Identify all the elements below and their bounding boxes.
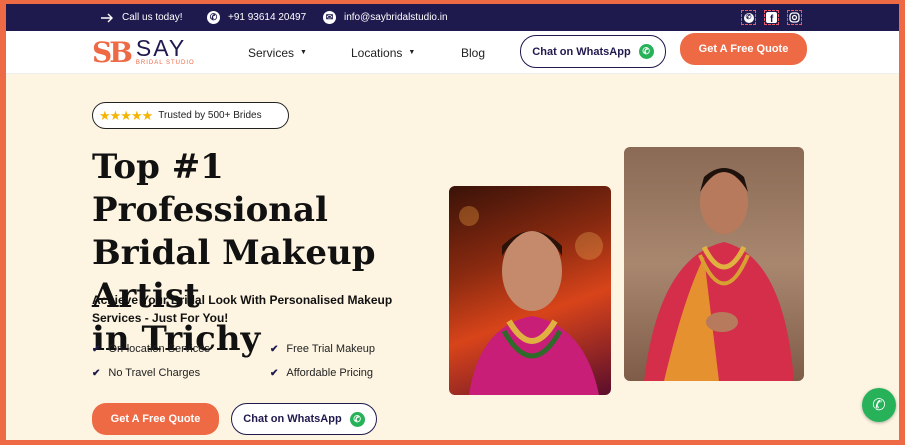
hero-subheading: Achieve Your Bridal Look With Personalis… — [92, 293, 393, 325]
feature-label: On-location Services — [108, 343, 210, 355]
phone-number: +91 93614 20497 — [228, 12, 307, 23]
feature-label: Affordable Pricing — [286, 367, 374, 379]
nav-blog-label: Blog — [461, 45, 486, 60]
nav-whatsapp-label: Chat on WhatsApp — [532, 45, 631, 58]
headline-line-1: Top #1 Professional — [92, 147, 328, 230]
check-icon: ✔ — [92, 367, 101, 379]
hero-quote-button[interactable]: Get A Free Quote — [92, 403, 219, 435]
email-link[interactable]: ✉ info@saybridalstudio.in — [323, 4, 448, 31]
nav-locations[interactable]: Locations ▼ — [351, 31, 415, 74]
facebook-icon[interactable]: f — [764, 10, 779, 25]
mail-icon: ✉ — [323, 11, 336, 24]
call-us-link[interactable]: Call us today! — [100, 4, 183, 31]
chevron-down-icon: ▼ — [408, 49, 416, 56]
page-frame: Call us today! ✆ +91 93614 20497 ✉ info@… — [6, 4, 899, 440]
nav-whatsapp-button[interactable]: Chat on WhatsApp ✆ — [520, 35, 666, 68]
feature-item: ✔ Affordable Pricing — [270, 367, 373, 379]
nav-services-label: Services — [248, 45, 295, 60]
hero-whatsapp-button[interactable]: Chat on WhatsApp ✆ — [231, 403, 377, 435]
nav-services[interactable]: Services ▼ — [248, 31, 307, 74]
floating-whatsapp-button[interactable]: ✆ — [862, 388, 896, 422]
phone-icon: ✆ — [207, 11, 220, 24]
instagram-icon[interactable] — [787, 10, 802, 25]
nav-blog[interactable]: Blog — [461, 31, 485, 74]
email-address: info@saybridalstudio.in — [344, 12, 448, 23]
trust-text: Trusted by 500+ Brides — [158, 110, 262, 121]
main-nav: SB SAY BRIDAL STUDIO Services ▼ Location… — [6, 31, 899, 74]
whatsapp-icon: ✆ — [872, 397, 886, 414]
phone-link[interactable]: ✆ +91 93614 20497 — [207, 4, 306, 31]
chevron-down-icon: ▼ — [300, 49, 307, 56]
call-us-label: Call us today! — [122, 12, 183, 23]
nav-quote-button[interactable]: Get A Free Quote — [680, 33, 807, 65]
feature-item: ✔ Free Trial Makeup — [270, 343, 375, 355]
trust-badge: ★★★★★ Trusted by 500+ Brides — [92, 102, 289, 129]
feature-item: ✔ No Travel Charges — [92, 367, 200, 379]
hero-quote-label: Get A Free Quote — [110, 413, 201, 425]
nav-quote-label: Get A Free Quote — [698, 43, 789, 55]
check-icon: ✔ — [92, 343, 101, 355]
arrow-right-icon — [100, 11, 114, 25]
logo-mark: SB — [92, 35, 133, 69]
top-bar: Call us today! ✆ +91 93614 20497 ✉ info@… — [6, 4, 899, 31]
check-icon: ✔ — [270, 343, 279, 355]
logo-name: SAY — [135, 35, 187, 61]
whatsapp-icon: ✆ — [349, 411, 365, 427]
hero-whatsapp-label: Chat on WhatsApp — [243, 413, 342, 425]
feature-label: Free Trial Makeup — [286, 343, 376, 355]
star-rating-icon: ★★★★★ — [99, 107, 153, 123]
feature-label: No Travel Charges — [108, 367, 201, 379]
feature-item: ✔ On-location Services — [92, 343, 210, 355]
logo-subtitle: BRIDAL STUDIO — [135, 60, 195, 66]
whatsapp-social-icon[interactable]: ✆ — [741, 10, 756, 25]
nav-locations-label: Locations — [351, 45, 403, 60]
bride-photo-1 — [449, 186, 611, 395]
whatsapp-icon: ✆ — [638, 44, 654, 59]
hero-headline: Top #1 Professional Bridal Makeup Artist… — [92, 146, 442, 361]
bride-photo-2 — [624, 147, 804, 381]
site-logo[interactable]: SB SAY BRIDAL STUDIO — [92, 35, 195, 69]
check-icon: ✔ — [270, 367, 279, 379]
